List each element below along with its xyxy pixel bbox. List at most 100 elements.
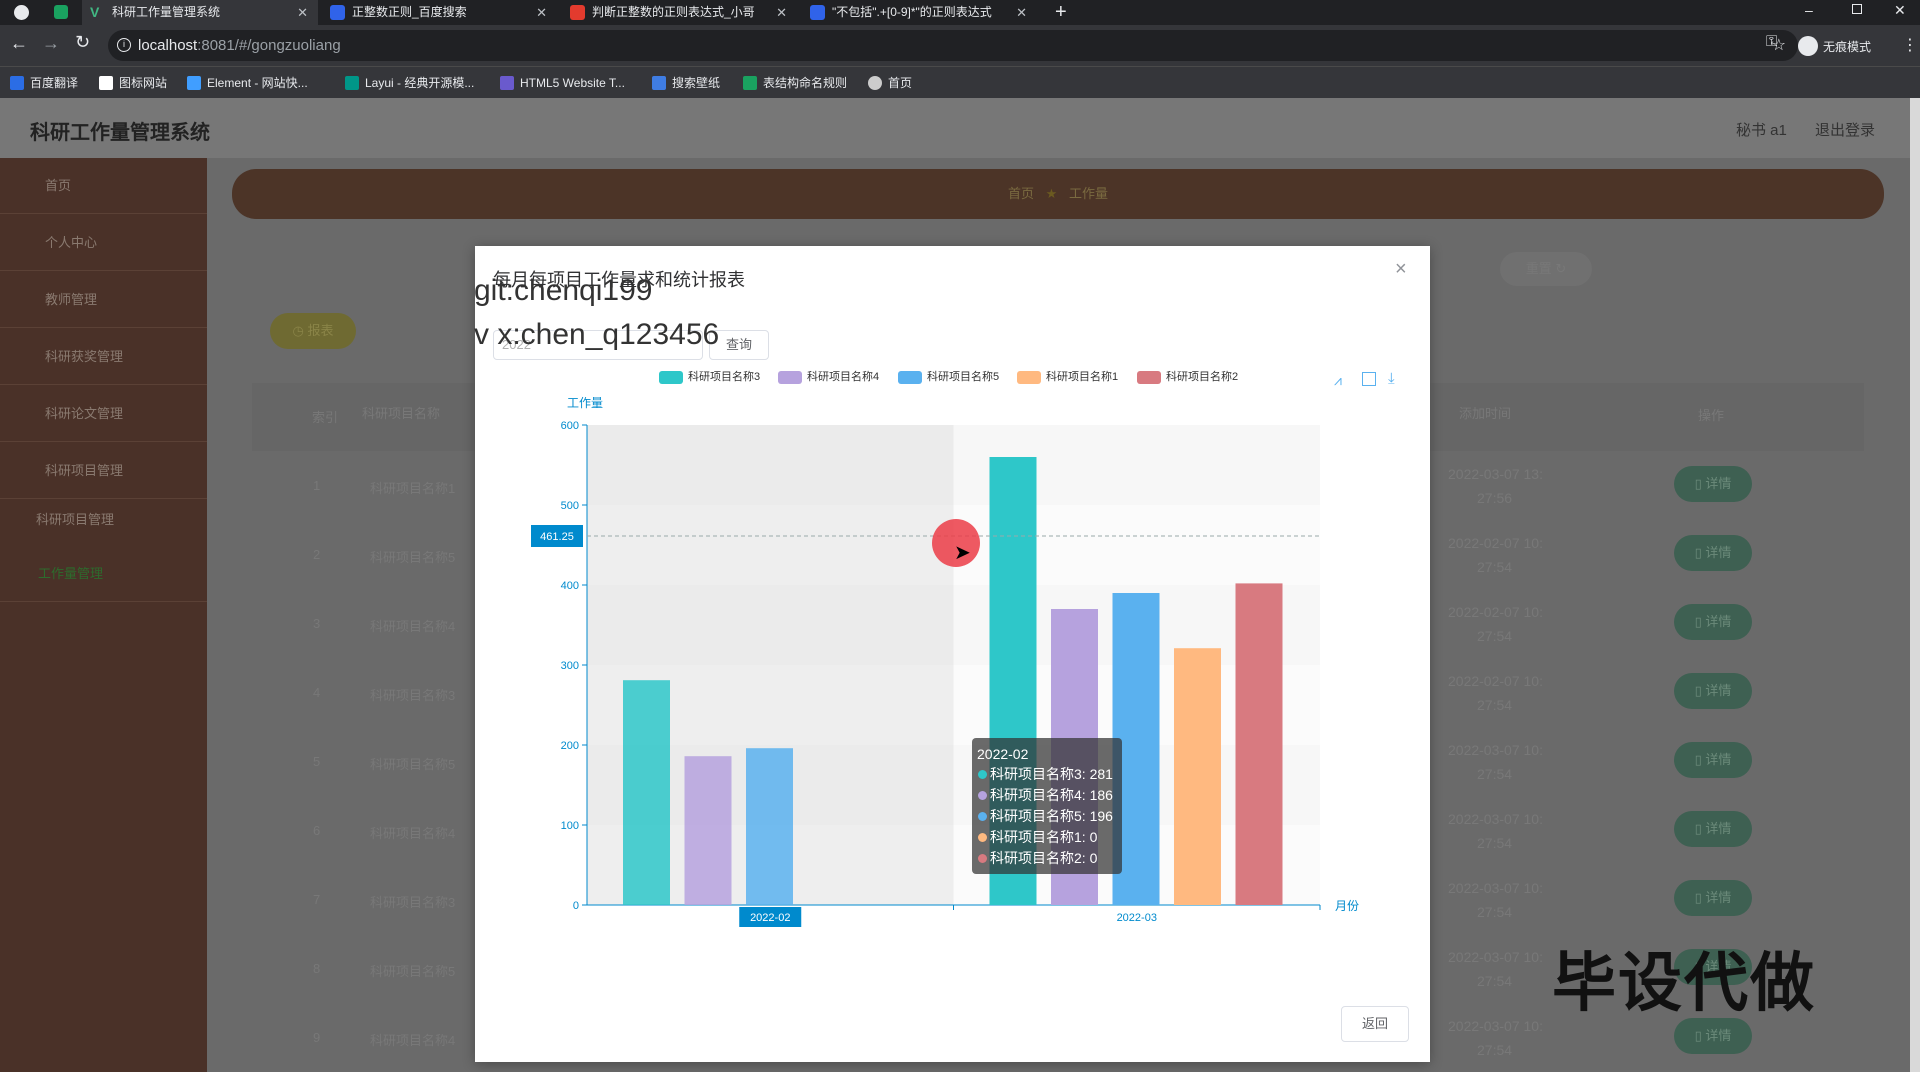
browser-tab[interactable]: 正整数正则_百度搜索 ✕ <box>322 0 557 25</box>
legend-label: 科研项目名称5 <box>927 371 1000 383</box>
sidebar-item-label: 教师管理 <box>45 292 98 307</box>
reset-button[interactable]: 重置 ↻ <box>1500 252 1592 286</box>
row-name: 科研项目名称3 <box>370 688 456 703</box>
bookmark-label: 搜索壁纸 <box>672 76 721 90</box>
tab-group-icon[interactable] <box>54 5 68 19</box>
y-tick-label: 0 <box>573 900 579 912</box>
detail-label: 详情 <box>1705 476 1732 491</box>
row-name: 科研项目名称3 <box>370 895 456 910</box>
sidebar-item-projects[interactable]: 科研项目管理 <box>0 443 207 499</box>
bookmark[interactable]: 首页 <box>868 73 912 93</box>
legend-label: 科研项目名称3 <box>688 371 761 383</box>
sidebar-item-label: 首页 <box>45 178 72 193</box>
row-index: 5 <box>313 754 321 769</box>
legend-swatch <box>1137 371 1161 384</box>
row-time: 27:54 <box>1477 697 1513 713</box>
restore-icon[interactable] <box>1852 4 1862 14</box>
chrome-icon[interactable] <box>14 5 29 20</box>
browser-tab[interactable]: V 科研工作量管理系统 ✕ <box>82 0 318 25</box>
menu-icon[interactable]: ⋮ <box>1902 35 1918 55</box>
legend-item[interactable]: 科研项目名称2 <box>1137 369 1238 385</box>
row-time: 2022-03-07 10: <box>1448 742 1543 758</box>
back-icon[interactable]: ← <box>10 33 28 54</box>
detail-label: 详情 <box>1705 614 1732 629</box>
detail-button[interactable]: ▯ 详情 <box>1674 880 1752 916</box>
page-scrollbar[interactable] <box>1910 98 1920 1072</box>
logout-link[interactable]: 退出登录 <box>1815 119 1875 140</box>
close-tab-icon[interactable]: ✕ <box>297 0 308 25</box>
key-icon[interactable]: ⚿ <box>1766 33 1777 50</box>
column-header-name: 科研项目名称 <box>362 406 441 421</box>
bookmark-label: 图标网站 <box>119 76 168 90</box>
series-dot-icon <box>978 770 987 779</box>
sidebar-item-projects-group[interactable]: 科研项目管理 <box>0 500 207 546</box>
legend-item[interactable]: 科研项目名称5 <box>898 369 999 385</box>
close-tab-icon[interactable]: ✕ <box>1016 0 1027 25</box>
app-title: 科研工作量管理系统 <box>30 122 210 144</box>
document-icon: ▯ <box>1694 1028 1706 1043</box>
report-button[interactable]: ◷ 报表 <box>270 313 356 349</box>
document-icon: ▯ <box>1694 752 1706 767</box>
detail-button[interactable]: ▯ 详情 <box>1674 466 1752 502</box>
bar <box>1235 583 1283 905</box>
bookmark[interactable]: 百度翻译 <box>10 73 78 93</box>
incognito-icon[interactable] <box>1798 36 1818 56</box>
detail-button[interactable]: ▯ 详情 <box>1674 535 1752 571</box>
bookmark[interactable]: Layui - 经典开源模... <box>345 73 474 93</box>
bookmark[interactable]: HTML5 Website T... <box>500 73 625 93</box>
breadcrumb-home[interactable]: 首页 <box>1008 186 1034 201</box>
row-time: 2022-03-07 10: <box>1448 880 1543 896</box>
detail-button[interactable]: ▯ 详情 <box>1674 811 1752 847</box>
forward-icon[interactable]: → <box>42 33 60 54</box>
bookmark[interactable]: 表结构命名规则 <box>743 73 847 93</box>
dialog-close-icon[interactable]: × <box>1395 258 1407 281</box>
back-button[interactable]: 返回 <box>1341 1006 1409 1042</box>
detail-label: 详情 <box>1705 545 1732 560</box>
close-tab-icon[interactable]: ✕ <box>776 0 787 25</box>
sidebar-item-label: 科研项目管理 <box>45 463 124 478</box>
bookmark[interactable]: Element - 网站快... <box>187 73 308 93</box>
row-index: 4 <box>313 685 321 700</box>
legend-item[interactable]: 科研项目名称4 <box>778 369 879 385</box>
y-tick-label: 600 <box>561 420 579 432</box>
tooltip-row-text: 科研项目名称1: 0 <box>990 829 1098 845</box>
sidebar-item-teachers[interactable]: 教师管理 <box>0 272 207 328</box>
reload-icon[interactable]: ↻ <box>75 32 90 53</box>
detail-button[interactable]: ▯ 详情 <box>1674 742 1752 778</box>
url-input[interactable]: i localhost:8081/#/gongzuoliang ☆ <box>108 30 1798 61</box>
bookmark[interactable]: 搜索壁纸 <box>652 73 720 93</box>
row-time: 27:54 <box>1477 628 1513 644</box>
row-name: 科研项目名称4 <box>370 1033 456 1048</box>
incognito-label[interactable]: 无痕模式 <box>1823 38 1871 55</box>
sidebar-item-papers[interactable]: 科研论文管理 <box>0 386 207 442</box>
detail-label: 详情 <box>1705 1028 1732 1043</box>
browser-tab[interactable]: "不包括".+[0-9]*"的正则表达式 ✕ <box>802 0 1037 25</box>
minimize-icon[interactable]: – <box>1805 0 1813 20</box>
column-header-index: 索引 <box>312 410 339 425</box>
legend-item[interactable]: 科研项目名称3 <box>659 369 760 385</box>
sidebar-item-workload[interactable]: 工作量管理 <box>0 546 207 602</box>
document-icon: ▯ <box>1694 614 1706 629</box>
series-dot-icon <box>978 812 987 821</box>
sidebar-item-home[interactable]: 首页 <box>0 158 207 214</box>
detail-button[interactable]: ▯ 详情 <box>1674 673 1752 709</box>
detail-button[interactable]: ▯ 详情 <box>1674 604 1752 640</box>
bookmarks-bar: 百度翻译 图标网站 Element - 网站快... Layui - 经典开源模… <box>0 66 1920 98</box>
mouse-cursor-icon: ➤ <box>954 542 971 564</box>
tooltip-row-text: 科研项目名称5: 196 <box>990 808 1113 824</box>
legend-swatch <box>898 371 922 384</box>
bar-chart-icon[interactable] <box>1362 372 1376 386</box>
html5-icon <box>500 76 514 90</box>
sidebar-item-profile[interactable]: 个人中心 <box>0 215 207 271</box>
csdn-icon <box>570 5 585 20</box>
close-tab-icon[interactable]: ✕ <box>536 0 547 25</box>
globe-icon <box>868 76 882 90</box>
legend-item[interactable]: 科研项目名称1 <box>1017 369 1118 385</box>
new-tab-icon[interactable]: + <box>1055 0 1067 25</box>
tab-title: 正整数正则_百度搜索 <box>352 5 467 19</box>
close-window-icon[interactable]: ✕ <box>1894 0 1906 20</box>
bookmark[interactable]: 图标网站 <box>99 73 167 93</box>
download-icon[interactable]: ⤓ <box>1388 370 1395 387</box>
browser-tab[interactable]: 判断正整数的正则表达式_小哥 ✕ <box>562 0 797 25</box>
sidebar-item-awards[interactable]: 科研获奖管理 <box>0 329 207 385</box>
